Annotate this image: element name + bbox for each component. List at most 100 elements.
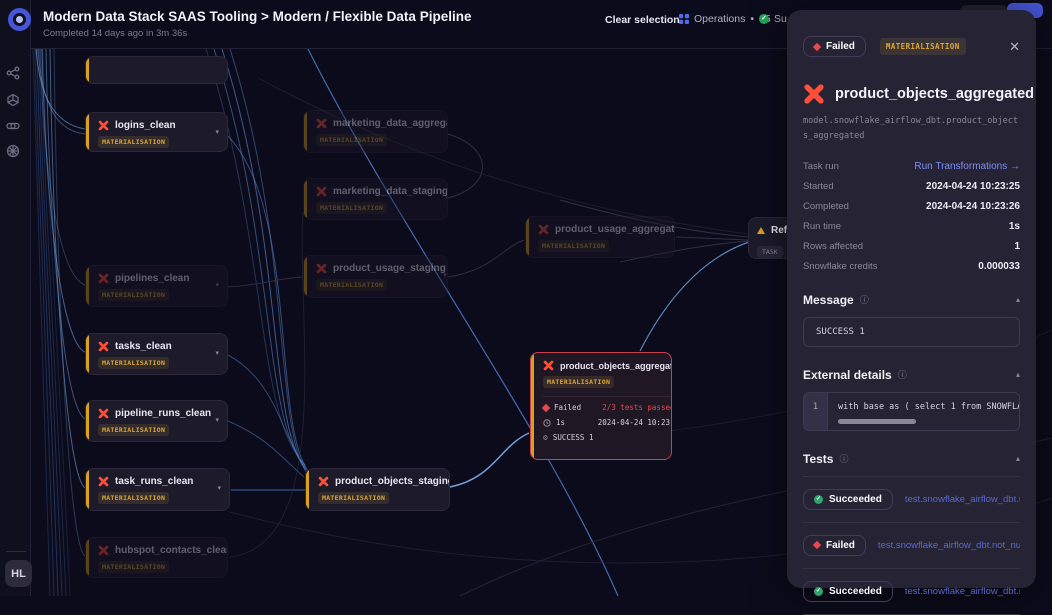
node-status-row: Failed 2/3 tests passed ↗	[543, 403, 672, 412]
chevron-down-icon[interactable]: ▾	[215, 349, 219, 357]
test-link[interactable]: test.snowflake_airflow_dbt.not_null_pr	[905, 586, 1020, 597]
dbt-icon	[803, 83, 825, 105]
field-value: 0.000033	[978, 261, 1020, 272]
dbt-icon	[316, 186, 327, 197]
info-icon: ⓘ	[860, 293, 869, 306]
avatar[interactable]: HL	[5, 560, 32, 587]
node-title: task_runs_clean	[115, 476, 193, 487]
node-task-runs-clean[interactable]: task_runs_clean ▾ MATERIALISATION	[85, 468, 230, 511]
field-value: 2024-04-24 10:23:26	[926, 201, 1020, 212]
close-icon[interactable]: ✕	[1009, 39, 1020, 55]
collapse-icon[interactable]: ▴	[1016, 370, 1020, 379]
horizontal-scrollbar[interactable]	[838, 419, 916, 424]
node-title: pipeline_runs_clean	[115, 408, 211, 419]
node-logins-clean[interactable]: logins_clean ▾ MATERIALISATION	[85, 112, 228, 152]
page-title: Modern Data Stack SAAS Tooling > Modern …	[43, 9, 471, 24]
materialisation-badge: MATERIALISATION	[316, 202, 387, 214]
clear-selection-button[interactable]: Clear selection	[605, 14, 680, 26]
operations-label: Operations	[694, 13, 745, 25]
field-label: Snowflake credits	[803, 261, 877, 272]
test-link[interactable]: test.snowflake_airflow_dbt.unique_pro	[905, 494, 1020, 505]
node-pipeline-runs-clean[interactable]: pipeline_runs_clean ▾ MATERIALISATION	[85, 400, 228, 442]
materialisation-badge: MATERIALISATION	[98, 289, 169, 301]
node-message-row: ⚙ SUCCESS 1	[543, 433, 672, 442]
app-logo[interactable]	[8, 8, 31, 31]
settings-icon[interactable]	[6, 144, 20, 158]
detail-panel: Failed MATERIALISATION ✕ product_objects…	[787, 10, 1036, 588]
clock-icon	[543, 419, 551, 427]
dbt-icon	[543, 360, 554, 371]
field-label: Rows affected	[803, 241, 863, 252]
run-details: Task run Run Transformations → Started 2…	[803, 161, 1020, 272]
node-tasks-clean[interactable]: tasks_clean ▾ MATERIALISATION	[85, 333, 228, 375]
dbt-icon	[98, 273, 109, 284]
materialisation-badge: MATERIALISATION	[316, 134, 387, 146]
connections-icon[interactable]	[6, 119, 20, 133]
task-run-link[interactable]: Run Transformations →	[914, 161, 1020, 172]
materialisation-badge: MATERIALISATION	[538, 240, 609, 252]
field-label: Task run	[803, 161, 839, 172]
node-timestamp: 2024-04-24 10:23:25	[598, 418, 672, 427]
warning-icon	[757, 227, 765, 234]
succeeded-check-icon: ✓	[814, 587, 823, 596]
test-link[interactable]: test.snowflake_airflow_dbt.not_null_pr	[878, 540, 1020, 551]
node-partial[interactable]	[85, 56, 228, 84]
succeeded-label: Su	[774, 13, 787, 25]
external-details-heading: External details	[803, 368, 892, 382]
node-pipelines-clean[interactable]: pipelines_clean ▾ MATERIALISATION	[85, 265, 228, 307]
message-heading: Message	[803, 293, 854, 307]
operations-counter[interactable]: Operations • 35	[679, 13, 771, 25]
tests-heading: Tests	[803, 452, 833, 466]
field-value: 1s	[1009, 221, 1020, 232]
node-product-usage-staging[interactable]: product_usage_staging ▾ MATERIALISATION	[303, 255, 448, 298]
message-box: SUCCESS 1	[803, 317, 1020, 347]
test-row: ✓ Succeeded test.snowflake_airflow_dbt.n…	[803, 569, 1020, 615]
info-icon: ⓘ	[839, 452, 848, 465]
node-title: product_usage_staging	[333, 263, 446, 274]
node-marketing-data-aggregated[interactable]: marketing_data_aggregated ▾ MATERIALISAT…	[303, 110, 448, 153]
dbt-icon	[316, 118, 327, 129]
task-badge: TASK	[757, 246, 783, 258]
chevron-down-icon[interactable]: ▾	[215, 128, 219, 136]
chevron-down-icon[interactable]: ▾	[217, 484, 221, 492]
field-row: Task run Run Transformations →	[803, 161, 1020, 172]
node-title: product_objects_staging	[335, 476, 450, 487]
node-product-objects-staging[interactable]: product_objects_staging ▾ MATERIALISATIO…	[305, 468, 450, 511]
sidebar-divider	[6, 551, 26, 552]
collapse-icon[interactable]: ▴	[1016, 295, 1020, 304]
node-title: marketing_data_staging	[333, 186, 448, 197]
chevron-down-icon[interactable]: ▾	[446, 194, 448, 202]
line-number-gutter: 1	[804, 393, 828, 430]
chevron-down-icon[interactable]: ▾	[215, 281, 219, 289]
test-status-badge: ✓ Succeeded	[803, 581, 893, 602]
node-title: marketing_data_aggregated	[333, 118, 448, 129]
dbt-icon	[98, 476, 109, 487]
status-badge: Failed	[803, 36, 866, 57]
collapse-icon[interactable]: ▴	[1016, 454, 1020, 463]
tests-section-header: Tests ⓘ ▴	[803, 452, 1020, 466]
type-badge: MATERIALISATION	[880, 38, 966, 55]
dbt-icon	[98, 545, 109, 556]
field-label: Completed	[803, 201, 849, 212]
node-marketing-data-staging[interactable]: marketing_data_staging ▾ MATERIALISATION	[303, 178, 448, 220]
test-status-label: Failed	[826, 540, 855, 551]
chevron-down-icon[interactable]: ▾	[215, 416, 219, 424]
dbt-icon	[98, 341, 109, 352]
field-row: Run time 1s	[803, 221, 1020, 232]
test-status-label: Succeeded	[829, 494, 882, 505]
materialisation-badge: MATERIALISATION	[318, 492, 389, 504]
failed-diamond-icon	[542, 403, 550, 411]
integrations-icon[interactable]	[6, 93, 20, 107]
operations-grid-icon	[679, 14, 689, 24]
node-hubspot-contacts-clean[interactable]: hubspot_contacts_clean ▾ MATERIALISATION	[85, 537, 228, 578]
succeeded-counter[interactable]: ✓ Su	[759, 13, 787, 25]
chevron-down-icon[interactable]: ▾	[443, 271, 447, 279]
node-product-usage-aggregated[interactable]: product_usage_aggregated ▾ MATERIALISATI…	[525, 216, 675, 258]
tests-passed-link[interactable]: 2/3 tests passed ↗	[602, 403, 672, 412]
materialisation-badge: MATERIALISATION	[98, 136, 169, 148]
pipelines-icon[interactable]	[6, 66, 20, 80]
node-title: product_usage_aggregated	[555, 224, 675, 235]
node-product-objects-aggregated-selected[interactable]: product_objects_aggregated ▴ MATERIALISA…	[530, 352, 672, 460]
node-status-label: Failed	[554, 403, 581, 412]
materialisation-badge: MATERIALISATION	[98, 492, 169, 504]
